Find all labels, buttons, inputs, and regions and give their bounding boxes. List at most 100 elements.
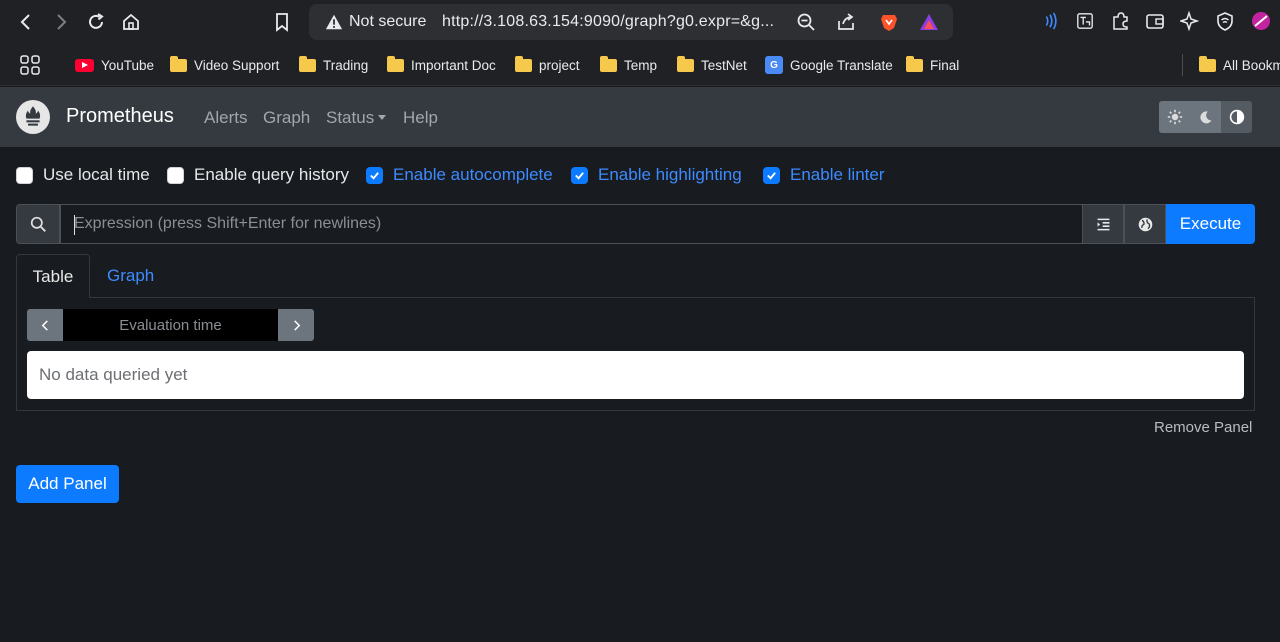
option-enable-highlighting[interactable]: Enable highlighting — [571, 164, 742, 186]
option-enable-linter[interactable]: Enable linter — [763, 164, 885, 186]
bookmark-youtube[interactable]: YouTube — [75, 54, 154, 76]
folder-icon — [299, 55, 316, 72]
address-bar[interactable]: Not secure http://3.108.63.154:9090/grap… — [309, 4, 953, 40]
option-use-local-time[interactable]: Use local time — [16, 164, 150, 186]
chevron-left-icon[interactable] — [27, 309, 63, 341]
option-enable-query-history[interactable]: Enable query history — [167, 164, 349, 186]
zoom-icon[interactable] — [795, 11, 817, 33]
check-icon — [370, 171, 379, 180]
bookmark-label: Trading — [323, 57, 369, 73]
bookmark-label: Final — [930, 57, 960, 73]
option-label: Enable query history — [194, 165, 349, 184]
theme-switcher — [1159, 101, 1253, 133]
nav-status-dropdown[interactable]: Status — [326, 108, 387, 128]
extensions-icon[interactable] — [1109, 10, 1131, 32]
youtube-icon — [75, 58, 94, 72]
execute-button[interactable]: Execute — [1166, 204, 1255, 244]
bookmark-final[interactable]: Final — [906, 54, 959, 76]
check-icon — [767, 171, 776, 180]
google-translate-icon: G — [765, 56, 783, 74]
security-indicator[interactable]: Not secure — [317, 9, 438, 35]
bookmark-label: Temp — [624, 57, 658, 73]
option-label: Enable autocomplete — [393, 165, 553, 184]
folder-icon — [906, 55, 923, 72]
folder-icon — [600, 55, 617, 72]
profile-avatar-icon[interactable] — [1250, 10, 1272, 32]
bookmark-label: Video Support — [194, 57, 280, 73]
browser-toolbar: Not secure http://3.108.63.154:9090/grap… — [0, 0, 1280, 44]
forward-icon[interactable] — [47, 8, 75, 36]
security-label: Not secure — [349, 13, 427, 30]
prometheus-navbar: Prometheus Alerts Graph Status Help — [0, 87, 1280, 147]
folder-icon — [1199, 55, 1216, 72]
check-icon — [575, 171, 584, 180]
nav-alerts[interactable]: Alerts — [204, 108, 247, 128]
nav-graph[interactable]: Graph — [263, 108, 310, 128]
vpn-shield-icon[interactable] — [1214, 10, 1236, 32]
no-data-message: No data queried yet — [27, 351, 1244, 399]
dark-theme-icon[interactable] — [1190, 101, 1221, 133]
metrics-explorer-icon[interactable] — [1124, 204, 1166, 244]
all-bookmarks-label: All Bookm — [1223, 57, 1280, 73]
nav-help[interactable]: Help — [403, 108, 438, 128]
share-icon[interactable] — [835, 11, 857, 33]
option-label: Enable highlighting — [598, 165, 742, 184]
folder-icon — [387, 55, 404, 72]
caret-down-icon — [378, 115, 387, 121]
bookmark-label: YouTube — [101, 57, 155, 73]
add-panel-button[interactable]: Add Panel — [16, 465, 119, 503]
wifi-icon[interactable] — [1039, 10, 1061, 32]
home-icon[interactable] — [117, 8, 145, 36]
reload-icon[interactable] — [82, 8, 110, 36]
bookmark-temp[interactable]: Temp — [600, 54, 657, 76]
brave-shield-icon[interactable] — [878, 11, 900, 33]
format-expression-icon[interactable] — [1082, 204, 1124, 244]
checkbox-enable-autocomplete[interactable] — [366, 166, 383, 184]
leo-ai-icon[interactable] — [1179, 10, 1201, 32]
tab-graph[interactable]: Graph — [107, 266, 154, 286]
expression-input[interactable]: Expression (press Shift+Enter for newlin… — [60, 204, 1083, 244]
option-label: Use local time — [43, 165, 150, 184]
translate-extension-icon[interactable] — [1074, 10, 1096, 32]
evaluation-time-input[interactable]: Evaluation time — [63, 309, 278, 341]
bookmark-icon[interactable] — [268, 8, 296, 36]
apps-grid-icon[interactable] — [20, 54, 40, 76]
chevron-right-icon[interactable] — [278, 309, 314, 341]
search-icon — [16, 204, 60, 244]
nav-status-label: Status — [326, 108, 375, 127]
checkbox-use-local-time[interactable] — [16, 166, 33, 184]
remove-panel-link[interactable]: Remove Panel — [1154, 419, 1252, 436]
brand-title[interactable]: Prometheus — [66, 105, 174, 128]
bookmark-video-support[interactable]: Video Support — [170, 54, 279, 76]
bookmark-label: TestNet — [701, 57, 747, 73]
checkbox-enable-query-history[interactable] — [167, 166, 184, 184]
bookmarks-divider — [1182, 54, 1183, 76]
bookmark-important-doc[interactable]: Important Doc — [387, 54, 496, 76]
bookmark-label: Google Translate — [790, 57, 893, 73]
bookmark-project[interactable]: project — [515, 54, 580, 76]
bookmark-label: Important Doc — [411, 57, 496, 73]
option-enable-autocomplete[interactable]: Enable autocomplete — [366, 164, 553, 186]
folder-icon — [170, 55, 187, 72]
evaluation-time-picker: Evaluation time — [27, 309, 314, 341]
bookmark-trading[interactable]: Trading — [299, 54, 368, 76]
back-icon[interactable] — [12, 8, 40, 36]
url-text[interactable]: http://3.108.63.154:9090/graph?g0.expr=&… — [442, 13, 774, 31]
checkbox-enable-highlighting[interactable] — [571, 166, 588, 184]
light-theme-icon[interactable] — [1159, 101, 1190, 133]
bookmark-google-translate[interactable]: G Google Translate — [765, 54, 893, 76]
warning-icon — [325, 14, 343, 30]
tab-table[interactable]: Table — [16, 254, 90, 298]
checkbox-enable-linter[interactable] — [763, 166, 780, 184]
prometheus-logo-icon[interactable] — [16, 100, 50, 134]
folder-icon — [677, 55, 694, 72]
brave-rewards-icon[interactable] — [918, 11, 940, 33]
option-label: Enable linter — [790, 165, 885, 184]
all-bookmarks[interactable]: All Bookm — [1199, 54, 1280, 76]
bookmark-testnet[interactable]: TestNet — [677, 54, 747, 76]
expression-bar: Expression (press Shift+Enter for newlin… — [16, 204, 1255, 244]
bookmark-label: project — [539, 57, 580, 73]
wallet-icon[interactable] — [1144, 10, 1166, 32]
auto-theme-icon[interactable] — [1221, 101, 1252, 133]
folder-icon — [515, 55, 532, 72]
